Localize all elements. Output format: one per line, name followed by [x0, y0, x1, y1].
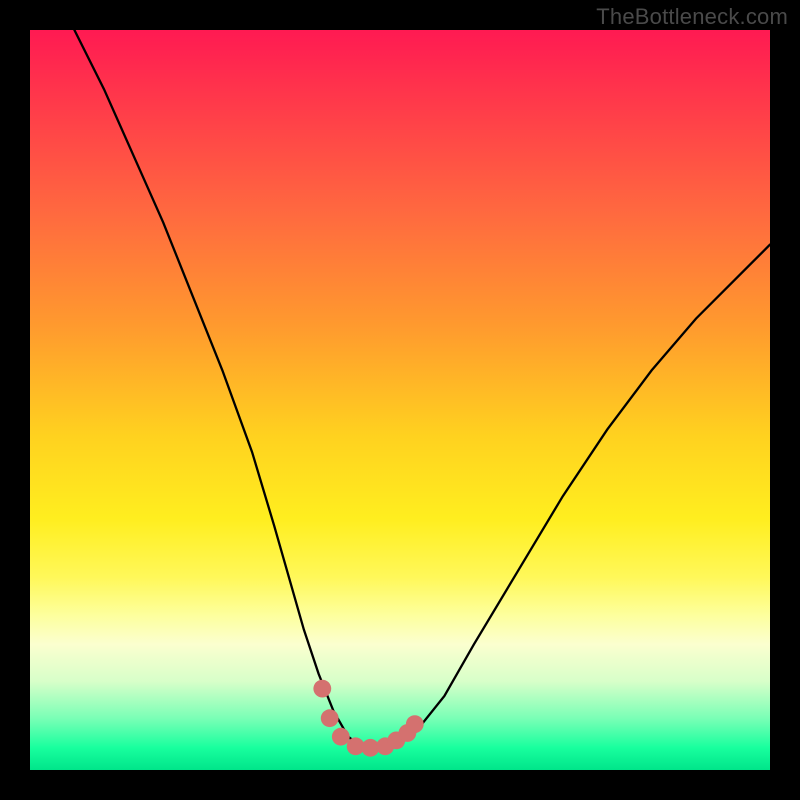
plot-area	[30, 30, 770, 770]
chart-frame: TheBottleneck.com	[0, 0, 800, 800]
trough-markers	[313, 680, 423, 757]
bottleneck-curve	[74, 30, 770, 748]
curve-layer	[30, 30, 770, 770]
watermark-text: TheBottleneck.com	[596, 4, 788, 30]
